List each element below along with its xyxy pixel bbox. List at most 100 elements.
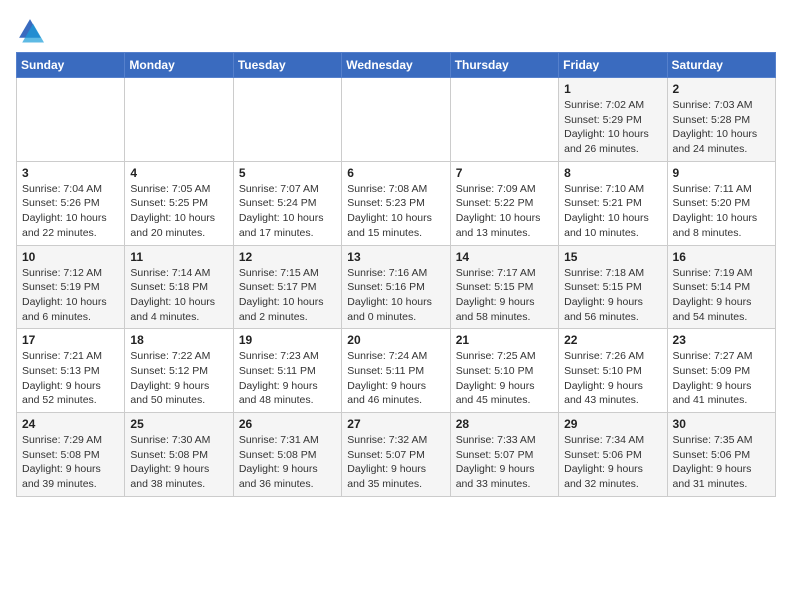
day-info: Sunrise: 7:18 AMSunset: 5:15 PMDaylight:… [564, 266, 661, 325]
day-number: 13 [347, 250, 444, 264]
day-number: 7 [456, 166, 553, 180]
week-row-3: 10Sunrise: 7:12 AMSunset: 5:19 PMDayligh… [17, 245, 776, 329]
day-info: Sunrise: 7:03 AMSunset: 5:28 PMDaylight:… [673, 98, 770, 157]
calendar-cell: 24 Sunrise: 7:29 AMSunset: 5:08 PMDayligh… [17, 413, 125, 497]
day-info: Sunrise: 7:07 AMSunset: 5:24 PMDaylight:… [239, 182, 336, 241]
day-number: 22 [564, 333, 661, 347]
calendar-cell [450, 78, 558, 162]
day-number: 30 [673, 417, 770, 431]
day-number: 17 [22, 333, 119, 347]
calendar-header: SundayMondayTuesdayWednesdayThursdayFrid… [17, 53, 776, 78]
logo-icon [16, 16, 44, 44]
day-number: 12 [239, 250, 336, 264]
calendar-cell: 4Sunrise: 7:05 AMSunset: 5:25 PMDaylight… [125, 161, 233, 245]
day-info: Sunrise: 7:33 AMSunset: 5:07 PMDaylight:… [456, 433, 553, 492]
day-number: 25 [130, 417, 227, 431]
day-number: 3 [22, 166, 119, 180]
calendar-cell: 28Sunrise: 7:33 AMSunset: 5:07 PMDayligh… [450, 413, 558, 497]
day-number: 9 [673, 166, 770, 180]
day-number: 8 [564, 166, 661, 180]
day-info: Sunrise: 7:02 AMSunset: 5:29 PMDaylight:… [564, 98, 661, 157]
day-number: 10 [22, 250, 119, 264]
calendar-cell: 16 Sunrise: 7:19 AMSunset: 5:14 PMDayligh… [667, 245, 775, 329]
calendar-cell [233, 78, 341, 162]
day-number: 18 [130, 333, 227, 347]
day-number: 24 [22, 417, 119, 431]
calendar-cell: 12 Sunrise: 7:15 AMSunset: 5:17 PMDayligh… [233, 245, 341, 329]
day-info: Sunrise: 7:11 AMSunset: 5:20 PMDaylight:… [673, 182, 770, 241]
calendar-cell: 1 Sunrise: 7:02 AMSunset: 5:29 PMDaylight… [559, 78, 667, 162]
calendar-cell: 20 Sunrise: 7:24 AMSunset: 5:11 PMDayligh… [342, 329, 450, 413]
calendar-cell [342, 78, 450, 162]
calendar-cell: 18 Sunrise: 7:22 AMSunset: 5:12 PMDayligh… [125, 329, 233, 413]
calendar-cell: 21 Sunrise: 7:25 AMSunset: 5:10 PMDayligh… [450, 329, 558, 413]
calendar-table: SundayMondayTuesdayWednesdayThursdayFrid… [16, 52, 776, 497]
day-number: 26 [239, 417, 336, 431]
header-day-sunday: Sunday [17, 53, 125, 78]
week-row-1: 1 Sunrise: 7:02 AMSunset: 5:29 PMDaylight… [17, 78, 776, 162]
calendar-cell: 9 Sunrise: 7:11 AMSunset: 5:20 PMDaylight… [667, 161, 775, 245]
day-info: Sunrise: 7:09 AMSunset: 5:22 PMDaylight:… [456, 182, 553, 241]
calendar-cell: 19Sunrise: 7:23 AMSunset: 5:11 PMDayligh… [233, 329, 341, 413]
day-info: Sunrise: 7:30 AMSunset: 5:08 PMDaylight:… [130, 433, 227, 492]
calendar-cell: 14 Sunrise: 7:17 AMSunset: 5:15 PMDayligh… [450, 245, 558, 329]
day-number: 21 [456, 333, 553, 347]
calendar-cell: 13Sunrise: 7:16 AMSunset: 5:16 PMDayligh… [342, 245, 450, 329]
calendar-cell [17, 78, 125, 162]
day-info: Sunrise: 7:17 AMSunset: 5:15 PMDaylight:… [456, 266, 553, 325]
calendar-cell: 30 Sunrise: 7:35 AMSunset: 5:06 PMDayligh… [667, 413, 775, 497]
day-info: Sunrise: 7:26 AMSunset: 5:10 PMDaylight:… [564, 349, 661, 408]
calendar-cell: 11 Sunrise: 7:14 AMSunset: 5:18 PMDayligh… [125, 245, 233, 329]
day-info: Sunrise: 7:14 AMSunset: 5:18 PMDaylight:… [130, 266, 227, 325]
calendar-cell: 2 Sunrise: 7:03 AMSunset: 5:28 PMDaylight… [667, 78, 775, 162]
calendar-cell [125, 78, 233, 162]
calendar-cell: 15 Sunrise: 7:18 AMSunset: 5:15 PMDayligh… [559, 245, 667, 329]
header-day-wednesday: Wednesday [342, 53, 450, 78]
day-info: Sunrise: 7:29 AMSunset: 5:08 PMDaylight:… [22, 433, 119, 492]
day-number: 5 [239, 166, 336, 180]
day-info: Sunrise: 7:24 AMSunset: 5:11 PMDaylight:… [347, 349, 444, 408]
header-day-friday: Friday [559, 53, 667, 78]
calendar-cell: 8Sunrise: 7:10 AMSunset: 5:21 PMDaylight… [559, 161, 667, 245]
day-number: 23 [673, 333, 770, 347]
calendar-cell: 25 Sunrise: 7:30 AMSunset: 5:08 PMDayligh… [125, 413, 233, 497]
header-row: SundayMondayTuesdayWednesdayThursdayFrid… [17, 53, 776, 78]
day-number: 6 [347, 166, 444, 180]
logo [16, 16, 48, 44]
day-number: 29 [564, 417, 661, 431]
calendar-cell: 27 Sunrise: 7:32 AMSunset: 5:07 PMDayligh… [342, 413, 450, 497]
week-row-2: 3Sunrise: 7:04 AMSunset: 5:26 PMDaylight… [17, 161, 776, 245]
header-day-tuesday: Tuesday [233, 53, 341, 78]
day-info: Sunrise: 7:19 AMSunset: 5:14 PMDaylight:… [673, 266, 770, 325]
week-row-5: 24 Sunrise: 7:29 AMSunset: 5:08 PMDayligh… [17, 413, 776, 497]
day-info: Sunrise: 7:25 AMSunset: 5:10 PMDaylight:… [456, 349, 553, 408]
day-info: Sunrise: 7:32 AMSunset: 5:07 PMDaylight:… [347, 433, 444, 492]
day-number: 11 [130, 250, 227, 264]
calendar-cell: 26 Sunrise: 7:31 AMSunset: 5:08 PMDayligh… [233, 413, 341, 497]
day-number: 16 [673, 250, 770, 264]
day-info: Sunrise: 7:27 AMSunset: 5:09 PMDaylight:… [673, 349, 770, 408]
day-number: 19 [239, 333, 336, 347]
day-number: 27 [347, 417, 444, 431]
day-number: 4 [130, 166, 227, 180]
calendar-cell: 5 Sunrise: 7:07 AMSunset: 5:24 PMDaylight… [233, 161, 341, 245]
header-day-monday: Monday [125, 53, 233, 78]
day-number: 1 [564, 82, 661, 96]
calendar-cell: 3Sunrise: 7:04 AMSunset: 5:26 PMDaylight… [17, 161, 125, 245]
day-number: 20 [347, 333, 444, 347]
day-info: Sunrise: 7:15 AMSunset: 5:17 PMDaylight:… [239, 266, 336, 325]
day-info: Sunrise: 7:34 AMSunset: 5:06 PMDaylight:… [564, 433, 661, 492]
page-header [16, 16, 776, 44]
day-info: Sunrise: 7:08 AMSunset: 5:23 PMDaylight:… [347, 182, 444, 241]
day-info: Sunrise: 7:22 AMSunset: 5:12 PMDaylight:… [130, 349, 227, 408]
week-row-4: 17Sunrise: 7:21 AMSunset: 5:13 PMDayligh… [17, 329, 776, 413]
day-number: 14 [456, 250, 553, 264]
header-day-thursday: Thursday [450, 53, 558, 78]
day-info: Sunrise: 7:31 AMSunset: 5:08 PMDaylight:… [239, 433, 336, 492]
day-info: Sunrise: 7:35 AMSunset: 5:06 PMDaylight:… [673, 433, 770, 492]
calendar-cell: 29 Sunrise: 7:34 AMSunset: 5:06 PMDayligh… [559, 413, 667, 497]
calendar-cell: 10Sunrise: 7:12 AMSunset: 5:19 PMDayligh… [17, 245, 125, 329]
calendar-body: 1 Sunrise: 7:02 AMSunset: 5:29 PMDaylight… [17, 78, 776, 497]
day-number: 15 [564, 250, 661, 264]
day-number: 2 [673, 82, 770, 96]
